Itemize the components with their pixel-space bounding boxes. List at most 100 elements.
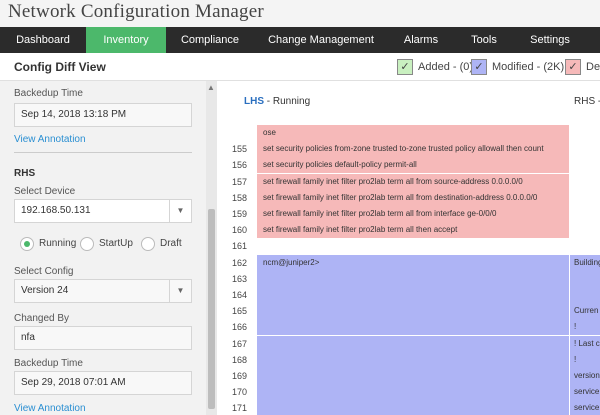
line-number: 160 — [231, 225, 247, 235]
rhs-heading: RHS - I — [574, 96, 600, 107]
lhs-line: set firewall family inet filter pro2lab … — [257, 206, 569, 222]
sidebar-scrollbar[interactable]: ▲ — [206, 81, 217, 415]
toolbar: Config Diff View ✓ Added - (0) ✓ Modifie… — [0, 53, 600, 81]
nav-tools[interactable]: Tools — [454, 27, 514, 53]
line-number: 155 — [231, 144, 247, 154]
lhs-view-annotation-link[interactable]: View Annotation — [14, 134, 86, 145]
app-title: Network Configuration Manager — [8, 1, 264, 22]
scroll-up-icon[interactable]: ▲ — [207, 83, 215, 92]
check-icon: ✓ — [565, 59, 581, 75]
rhs-line — [570, 174, 600, 190]
lhs-line: ose — [257, 125, 569, 141]
legend-added[interactable]: ✓ Added - (0) — [397, 59, 473, 75]
line-number: 165 — [231, 306, 247, 316]
lhs-line — [257, 238, 569, 252]
title-bar: Network Configuration Manager — [0, 0, 600, 27]
lhs-tag: LHS — [244, 96, 264, 107]
lhs-line — [257, 271, 569, 287]
lhs-line: set firewall family inet filter pro2lab … — [257, 190, 569, 206]
rhs-line: ! — [570, 352, 600, 368]
line-number: 164 — [231, 290, 247, 300]
rhs-line: ! Last c — [570, 336, 600, 352]
rhs-line — [570, 271, 600, 287]
legend-added-label: Added - (0) — [418, 61, 474, 73]
device-select-value: 192.168.50.131 — [21, 205, 91, 216]
diff-view: LHS - Running RHS - I ose 155 set security… — [217, 81, 600, 415]
line-number: 169 — [231, 371, 247, 381]
config-select-value: Version 24 — [21, 285, 69, 296]
rhs-line — [570, 125, 600, 141]
lhs-heading: LHS - Running — [244, 96, 310, 107]
line-number: 171 — [231, 403, 247, 413]
line-number: 161 — [231, 241, 247, 251]
scroll-thumb[interactable] — [208, 209, 215, 409]
rhs-line — [570, 141, 600, 157]
nav-alarms[interactable]: Alarms — [388, 27, 454, 53]
radio-draft[interactable]: Draft — [141, 236, 191, 252]
nav-settings[interactable]: Settings — [514, 27, 586, 53]
page-title: Config Diff View — [14, 60, 106, 74]
sidebar: Backedup Time Sep 14, 2018 13:18 PM View… — [0, 81, 206, 415]
rhs-view-annotation-link[interactable]: View Annotation — [14, 403, 86, 414]
config-select[interactable]: Version 24 ▼ — [14, 279, 192, 303]
radio-running-label: Running — [39, 238, 77, 249]
rhs-line: service — [570, 384, 600, 400]
nav-dashboard[interactable]: Dashboard — [0, 27, 86, 53]
lhs-line — [257, 384, 569, 400]
nav-inventory[interactable]: Inventory — [86, 27, 166, 53]
changed-by-field: nfa — [14, 326, 192, 350]
changed-by-label: Changed By — [14, 313, 70, 324]
line-number: 166 — [231, 322, 247, 332]
line-number: 157 — [231, 177, 247, 187]
lhs-line: set security policies default-policy per… — [257, 157, 569, 173]
legend-modified-label: Modified - (2K) — [492, 61, 565, 73]
legend-deleted[interactable]: ✓ Del — [565, 59, 600, 75]
lhs-backup-time-field: Sep 14, 2018 13:18 PM — [14, 103, 192, 127]
lhs-line — [257, 319, 569, 335]
radio-off-icon — [80, 237, 94, 251]
lhs-backup-time-label: Backedup Time — [14, 88, 83, 99]
rhs-backup-time-field: Sep 29, 2018 07:01 AM — [14, 371, 192, 395]
line-number: 163 — [231, 274, 247, 284]
rhs-line — [570, 222, 600, 238]
radio-startup-label: StartUp — [99, 238, 133, 249]
lhs-line — [257, 368, 569, 384]
chevron-down-icon: ▼ — [169, 280, 191, 302]
line-number: 168 — [231, 355, 247, 365]
lhs-line — [257, 336, 569, 352]
rhs-line: ! — [570, 319, 600, 335]
lhs-title: - Running — [264, 96, 311, 107]
line-number: 167 — [231, 339, 247, 349]
rhs-line — [570, 190, 600, 206]
nav-compliance[interactable]: Compliance — [166, 27, 254, 53]
radio-off-icon — [141, 237, 155, 251]
lhs-line — [257, 400, 569, 415]
select-config-label: Select Config — [14, 266, 74, 277]
radio-draft-label: Draft — [160, 238, 182, 249]
lhs-line — [257, 303, 569, 319]
lhs-line — [257, 287, 569, 303]
check-icon: ✓ — [471, 59, 487, 75]
legend-modified[interactable]: ✓ Modified - (2K) — [471, 59, 565, 75]
rhs-line — [570, 206, 600, 222]
lhs-line: set firewall family inet filter pro2lab … — [257, 174, 569, 190]
line-number: 162 — [231, 258, 247, 268]
legend-deleted-label: Del — [586, 61, 600, 73]
line-number: 158 — [231, 193, 247, 203]
rhs-line — [570, 238, 600, 252]
device-select[interactable]: 192.168.50.131 ▼ — [14, 199, 192, 223]
radio-running[interactable]: Running — [20, 236, 80, 252]
select-device-label: Select Device — [14, 186, 76, 197]
line-number: 170 — [231, 387, 247, 397]
main-nav: Dashboard Inventory Compliance Change Ma… — [0, 27, 600, 53]
check-icon: ✓ — [397, 59, 413, 75]
rhs-line: Curren — [570, 303, 600, 319]
line-number: 159 — [231, 209, 247, 219]
lhs-line: ncm@juniper2> — [257, 255, 569, 271]
rhs-heading: RHS — [14, 168, 36, 179]
rhs-line — [570, 157, 600, 173]
radio-startup[interactable]: StartUp — [80, 236, 140, 252]
rhs-line: service — [570, 400, 600, 415]
nav-change-management[interactable]: Change Management — [254, 27, 388, 53]
rhs-line: version — [570, 368, 600, 384]
